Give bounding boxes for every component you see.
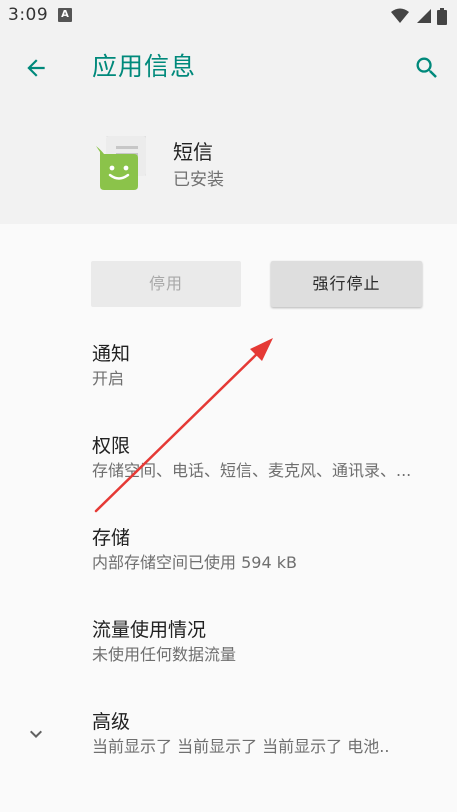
item-subtitle: 当前显示了 当前显示了 当前显示了 电池..: [92, 737, 390, 756]
back-button[interactable]: [14, 46, 58, 90]
page-title: 应用信息: [92, 52, 197, 81]
list-item-notifications[interactable]: 通知 开启: [92, 341, 432, 391]
wifi-icon: [391, 8, 409, 23]
status-time: 3:09: [8, 5, 49, 25]
search-icon: [416, 57, 437, 78]
force-stop-button[interactable]: 强行停止: [271, 261, 422, 307]
list-item-data-usage[interactable]: 流量使用情况 未使用任何数据流量: [92, 617, 432, 667]
item-subtitle: 未使用任何数据流量: [92, 645, 237, 664]
disable-button[interactable]: 停用: [91, 261, 241, 307]
list-item-permissions[interactable]: 权限 存储空间、电话、短信、麦克风、通讯录、...: [92, 433, 432, 483]
item-title: 通知: [92, 343, 131, 365]
list-item-storage[interactable]: 存储 内部存储空间已使用 594 kB: [92, 525, 432, 575]
status-icons: [391, 6, 447, 26]
signal-icon: [417, 9, 431, 23]
battery-icon: [437, 7, 447, 25]
notification-badge: A: [58, 8, 72, 22]
item-subtitle: 开启: [92, 369, 125, 388]
app-name: 短信: [173, 140, 213, 164]
item-title: 权限: [92, 435, 131, 457]
item-title: 流量使用情况: [92, 619, 207, 641]
app-info-header: 应用信息 短信 已安装: [0, 32, 457, 224]
messaging-app-icon: [92, 132, 154, 194]
search-button[interactable]: [405, 46, 449, 90]
status-bar: 3:09 A: [0, 0, 457, 32]
chevron-down-icon[interactable]: [22, 720, 50, 748]
item-title: 存储: [92, 527, 131, 549]
item-subtitle: 内部存储空间已使用 594 kB: [92, 553, 297, 572]
item-subtitle: 存储空间、电话、短信、麦克风、通讯录、...: [92, 461, 412, 480]
list-item-advanced[interactable]: 高级 当前显示了 当前显示了 当前显示了 电池..: [92, 709, 432, 759]
arrow-left-icon: [27, 59, 45, 77]
item-title: 高级: [92, 711, 131, 733]
app-install-status: 已安装: [173, 170, 224, 190]
